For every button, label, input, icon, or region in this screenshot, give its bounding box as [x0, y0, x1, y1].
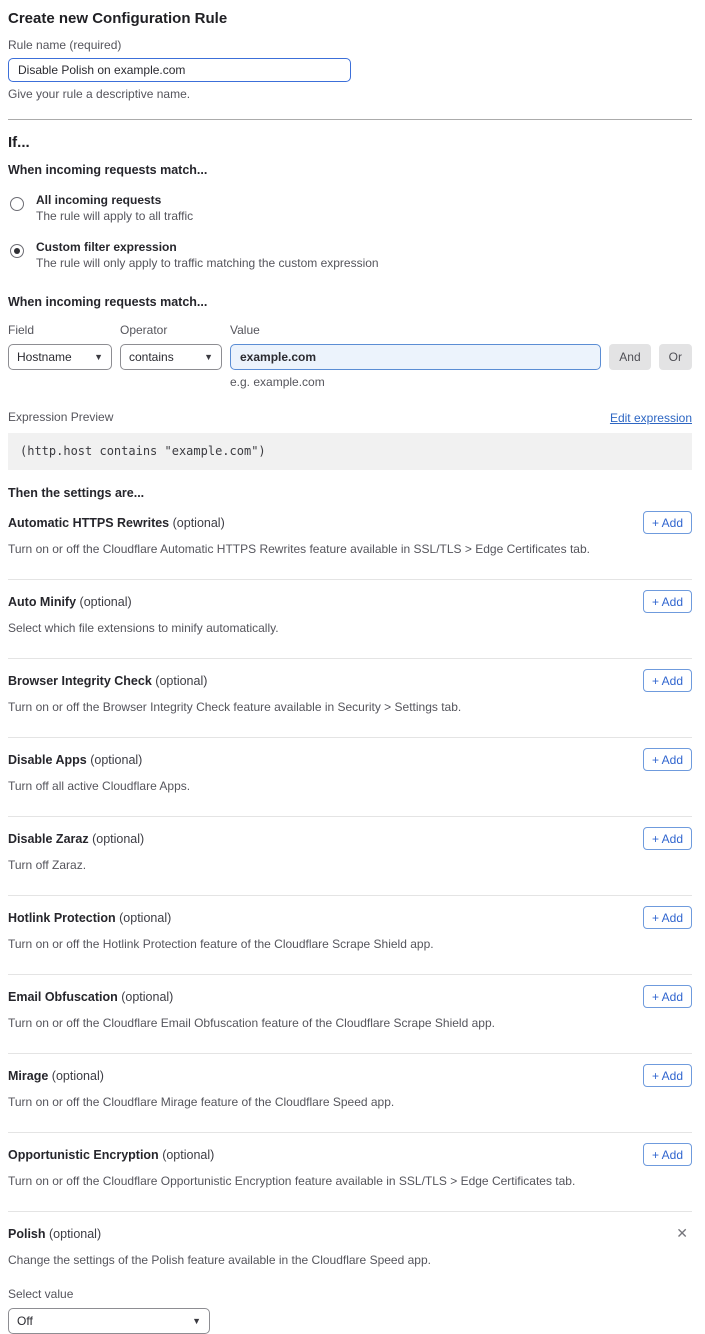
add-button[interactable]: + Add	[643, 1064, 692, 1087]
optional-tag: (optional)	[90, 753, 142, 767]
polish-select-label: Select value	[8, 1287, 692, 1302]
setting-description: Turn on or off the Cloudflare Mirage fea…	[8, 1095, 692, 1110]
setting-description: Turn off all active Cloudflare Apps.	[8, 779, 692, 794]
operator-label: Operator	[120, 323, 222, 338]
field-select-value: Hostname	[17, 350, 72, 364]
setting-name: Auto Minify	[8, 595, 76, 609]
add-button[interactable]: + Add	[643, 985, 692, 1008]
setting-browser-integrity-check: Browser Integrity Check (optional) Turn …	[8, 659, 692, 738]
optional-tag: (optional)	[155, 674, 207, 688]
setting-name: Automatic HTTPS Rewrites	[8, 516, 169, 530]
setting-description: Turn on or off the Cloudflare Email Obfu…	[8, 1016, 692, 1031]
rule-name-helper: Give your rule a descriptive name.	[8, 87, 692, 102]
optional-tag: (optional)	[173, 516, 225, 530]
rule-name-input[interactable]	[8, 58, 351, 82]
optional-tag: (optional)	[92, 832, 144, 846]
add-button[interactable]: + Add	[643, 906, 692, 929]
close-icon[interactable]: ✕	[676, 1226, 688, 1240]
operator-select-value: contains	[129, 350, 174, 364]
match-label: When incoming requests match...	[8, 162, 692, 178]
optional-tag: (optional)	[162, 1148, 214, 1162]
add-button[interactable]: + Add	[643, 511, 692, 534]
optional-tag: (optional)	[52, 1069, 104, 1083]
setting-name: Email Obfuscation	[8, 990, 118, 1004]
expression-preview-code: (http.host contains "example.com")	[8, 433, 692, 470]
setting-polish: Polish (optional) Change the settings of…	[8, 1212, 692, 1334]
add-button[interactable]: + Add	[643, 669, 692, 692]
field-select[interactable]: Hostname ▼	[8, 344, 112, 370]
edit-expression-link[interactable]: Edit expression	[610, 411, 692, 425]
setting-description: Change the settings of the Polish featur…	[8, 1253, 692, 1268]
radio-description: The rule will only apply to traffic matc…	[36, 255, 379, 272]
optional-tag: (optional)	[119, 911, 171, 925]
setting-description: Turn on or off the Browser Integrity Che…	[8, 700, 692, 715]
setting-automatic-https-rewrites: Automatic HTTPS Rewrites (optional) Turn…	[8, 501, 692, 580]
setting-email-obfuscation: Email Obfuscation (optional) Turn on or …	[8, 975, 692, 1054]
setting-hotlink-protection: Hotlink Protection (optional) Turn on or…	[8, 896, 692, 975]
operator-select[interactable]: contains ▼	[120, 344, 222, 370]
radio-icon[interactable]	[10, 244, 24, 258]
setting-mirage: Mirage (optional) Turn on or off the Clo…	[8, 1054, 692, 1133]
setting-name: Polish	[8, 1227, 46, 1241]
value-input[interactable]	[230, 344, 601, 370]
rule-name-label: Rule name (required)	[8, 38, 692, 53]
setting-name: Disable Zaraz	[8, 832, 89, 846]
spacer	[609, 323, 692, 344]
radio-all-incoming[interactable]: All incoming requests The rule will appl…	[8, 192, 692, 225]
radio-icon[interactable]	[10, 197, 24, 211]
chevron-down-icon: ▼	[204, 352, 213, 362]
radio-label: All incoming requests	[36, 192, 193, 208]
add-button[interactable]: + Add	[643, 590, 692, 613]
setting-description: Turn off Zaraz.	[8, 858, 692, 873]
polish-select-value: Off	[17, 1314, 33, 1328]
setting-disable-apps: Disable Apps (optional) Turn off all act…	[8, 738, 692, 817]
chevron-down-icon: ▼	[94, 352, 103, 362]
radio-label: Custom filter expression	[36, 239, 379, 255]
if-heading: If...	[8, 133, 692, 152]
value-helper: e.g. example.com	[230, 375, 601, 390]
page-title: Create new Configuration Rule	[8, 9, 692, 28]
and-button[interactable]: And	[609, 344, 650, 370]
setting-name: Opportunistic Encryption	[8, 1148, 159, 1162]
setting-disable-zaraz: Disable Zaraz (optional) Turn off Zaraz.…	[8, 817, 692, 896]
setting-description: Turn on or off the Cloudflare Opportunis…	[8, 1174, 692, 1189]
setting-description: Select which file extensions to minify a…	[8, 621, 692, 636]
optional-tag: (optional)	[80, 595, 132, 609]
add-button[interactable]: + Add	[643, 827, 692, 850]
radio-custom-filter[interactable]: Custom filter expression The rule will o…	[8, 239, 692, 272]
optional-tag: (optional)	[121, 990, 173, 1004]
section-divider	[8, 119, 692, 120]
setting-description: Turn on or off the Hotlink Protection fe…	[8, 937, 692, 952]
add-button[interactable]: + Add	[643, 1143, 692, 1166]
setting-name: Mirage	[8, 1069, 48, 1083]
setting-description: Turn on or off the Cloudflare Automatic …	[8, 542, 692, 557]
expression-preview-label: Expression Preview	[8, 410, 113, 425]
or-button[interactable]: Or	[659, 344, 692, 370]
value-label: Value	[230, 323, 601, 338]
add-button[interactable]: + Add	[643, 748, 692, 771]
setting-auto-minify: Auto Minify (optional) Select which file…	[8, 580, 692, 659]
chevron-down-icon: ▼	[192, 1316, 201, 1326]
then-heading: Then the settings are...	[8, 485, 692, 501]
polish-value-select[interactable]: Off ▼	[8, 1308, 210, 1334]
optional-tag: (optional)	[49, 1227, 101, 1241]
setting-name: Browser Integrity Check	[8, 674, 152, 688]
setting-opportunistic-encryption: Opportunistic Encryption (optional) Turn…	[8, 1133, 692, 1212]
radio-description: The rule will apply to all traffic	[36, 208, 193, 225]
field-label: Field	[8, 323, 112, 338]
expression-builder-row: Field Hostname ▼ Operator contains ▼ Val…	[8, 323, 692, 390]
setting-name: Hotlink Protection	[8, 911, 116, 925]
configuration-rule-form: Create new Configuration Rule Rule name …	[0, 0, 705, 1334]
builder-match-label: When incoming requests match...	[8, 294, 692, 310]
setting-name: Disable Apps	[8, 753, 87, 767]
